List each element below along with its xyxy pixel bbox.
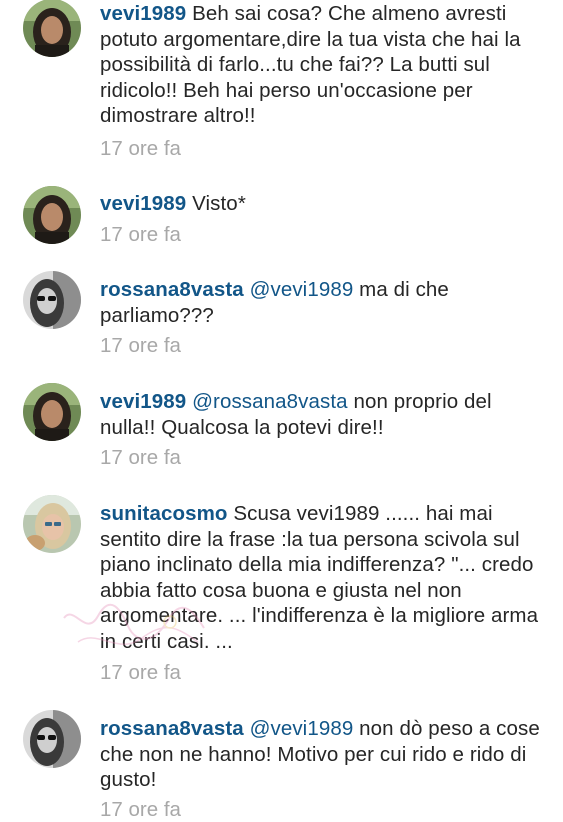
woman-portrait-dark-hair-icon <box>23 186 81 244</box>
comment-body: rossana8vasta @vevi1989 ma di che parlia… <box>100 277 540 328</box>
comment-username[interactable]: sunitacosmo <box>100 502 228 525</box>
comment-timestamp: 17 ore fa <box>100 446 181 469</box>
comment-timestamp: 17 ore fa <box>100 223 181 246</box>
comment-username[interactable]: vevi1989 <box>100 192 186 215</box>
woman-portrait-blonde-icon <box>23 495 81 553</box>
comment-username[interactable]: rossana8vasta <box>100 278 244 301</box>
comment-username[interactable]: vevi1989 <box>100 390 186 413</box>
avatar[interactable] <box>23 0 81 57</box>
comment-timestamp: 17 ore fa <box>100 798 181 821</box>
woman-portrait-bw-sunglasses-icon <box>23 710 81 768</box>
comment-timestamp: 17 ore fa <box>100 334 181 357</box>
comment-mention[interactable]: @rossana8vasta <box>192 390 348 413</box>
woman-portrait-dark-hair-icon <box>23 0 81 57</box>
comment-body: sunitacosmo Scusa vevi1989 ...... hai ma… <box>100 501 540 654</box>
comment-mention[interactable]: @vevi1989 <box>250 278 354 301</box>
comment-timestamp: 17 ore fa <box>100 661 181 684</box>
comment-body: rossana8vasta @vevi1989 non dò peso a co… <box>100 716 540 793</box>
woman-portrait-dark-hair-icon <box>23 383 81 441</box>
avatar[interactable] <box>23 271 81 329</box>
comment-mention[interactable]: @vevi1989 <box>250 717 354 740</box>
comment-username[interactable]: vevi1989 <box>100 2 186 25</box>
comment-text: Visto* <box>192 192 246 215</box>
comment-timestamp: 17 ore fa <box>100 137 181 160</box>
comment-body: vevi1989 Beh sai cosa? Che almeno avrest… <box>100 1 540 129</box>
avatar[interactable] <box>23 186 81 244</box>
comments-feed: vevi1989 Beh sai cosa? Che almeno avrest… <box>0 0 563 822</box>
avatar[interactable] <box>23 710 81 768</box>
woman-portrait-bw-sunglasses-icon <box>23 271 81 329</box>
comment-username[interactable]: rossana8vasta <box>100 717 244 740</box>
avatar[interactable] <box>23 383 81 441</box>
comment-body: vevi1989 @rossana8vasta non proprio del … <box>100 389 540 440</box>
comment-body: vevi1989 Visto* <box>100 191 540 217</box>
avatar[interactable] <box>23 495 81 553</box>
